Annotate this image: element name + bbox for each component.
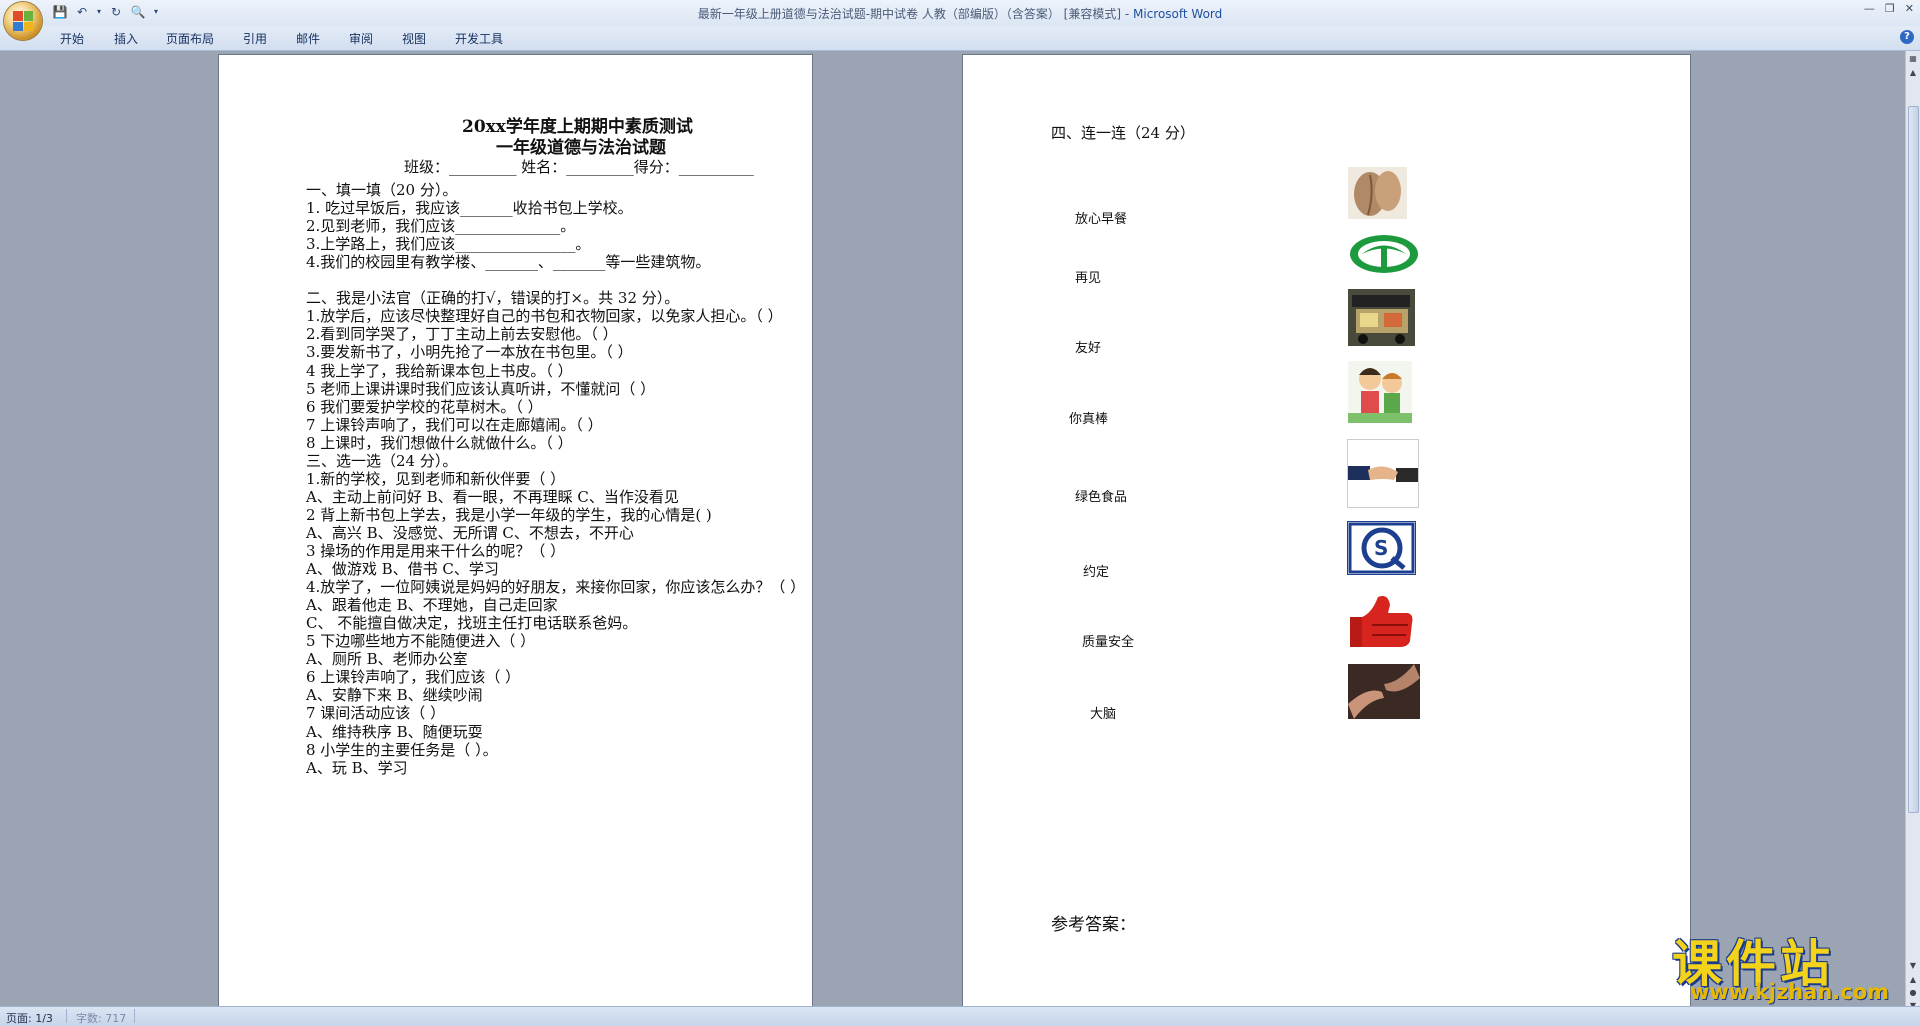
ribbon-tabs: 开始 插入 页面布局 引用 邮件 审阅 视图 开发工具 ? <box>0 26 1920 51</box>
window-title: 最新一年级上册道德与法治试题-期中试卷 人教（部编版）（含答案） [兼容模式] … <box>697 7 1223 21</box>
status-divider <box>134 1009 135 1023</box>
vertical-scrollbar[interactable]: ▦ ▲ ▼ ▲ ● ▼ <box>1905 51 1920 1010</box>
question-line: A、玩 B、学习 <box>306 758 408 777</box>
scroll-up-icon[interactable]: ▲ <box>1907 67 1919 79</box>
ruler-toggle-icon[interactable]: ▦ <box>1907 53 1919 65</box>
document-workspace[interactable]: 20xx学年度上期期中素质测试 一年级道德与法治试题 班级：_________ … <box>0 51 1906 1006</box>
thumbs-up-image <box>1348 593 1416 649</box>
student-info-line: 班级：_________ 姓名：_________得分：__________ <box>404 158 754 176</box>
status-bar: 页面: 1/3 字数: 717 <box>0 1006 1920 1026</box>
matching-heading: 四、连一连（24 分） <box>1051 124 1195 142</box>
close-icon[interactable]: ✕ <box>1905 2 1914 15</box>
word-count-status[interactable]: 字数: 717 <box>76 1010 126 1026</box>
title-bar: 💾 ↶ ▾ ↻ 🔍 ▾ 最新一年级上册道德与法治试题-期中试卷 人教（部编版）（… <box>0 0 1920 40</box>
match-label-6: 约定 <box>1083 565 1110 580</box>
match-label-2: 再见 <box>1075 271 1102 286</box>
tab-home[interactable]: 开始 <box>60 30 84 47</box>
match-label-5: 绿色食品 <box>1075 490 1128 505</box>
tab-references[interactable]: 引用 <box>243 30 267 47</box>
svg-text:S: S <box>1374 536 1388 560</box>
breakfast-cart-image <box>1348 289 1415 346</box>
restore-icon[interactable]: ❐ <box>1885 2 1895 15</box>
tab-review[interactable]: 审阅 <box>349 30 373 47</box>
office-button[interactable] <box>4 2 42 40</box>
minimize-icon[interactable]: — <box>1864 2 1875 15</box>
page-subtitle: 一年级道德与法治试题 <box>496 138 666 158</box>
window-controls: — ❐ ✕ <box>1864 2 1914 15</box>
qs-logo: S <box>1347 521 1416 575</box>
document-page-1[interactable]: 20xx学年度上期期中素质测试 一年级道德与法治试题 班级：_________ … <box>219 55 812 1006</box>
tab-view[interactable]: 视图 <box>402 30 426 47</box>
tab-page-layout[interactable]: 页面布局 <box>166 30 214 47</box>
handshake-image <box>1347 439 1419 508</box>
tab-insert[interactable]: 插入 <box>114 30 138 47</box>
office-logo-icon <box>13 11 33 31</box>
status-divider <box>66 1009 67 1023</box>
question-line: 4.我们的校园里有教学楼、_______、_______等一些建筑物。 <box>306 253 711 272</box>
help-icon[interactable]: ? <box>1900 30 1914 44</box>
previous-page-icon[interactable]: ▲ <box>1907 974 1919 986</box>
pinky-promise-image <box>1348 664 1420 719</box>
match-label-1: 放心早餐 <box>1075 212 1128 227</box>
match-label-3: 友好 <box>1075 341 1102 356</box>
match-label-4: 你真棒 <box>1069 412 1109 427</box>
tab-developer[interactable]: 开发工具 <box>455 30 503 47</box>
scrollbar-thumb[interactable] <box>1908 106 1919 813</box>
match-label-7: 质量安全 <box>1082 635 1135 650</box>
watermark-url: www.kjzhan.com <box>1690 980 1890 1004</box>
page-count-status[interactable]: 页面: 1/3 <box>6 1010 53 1026</box>
green-food-logo <box>1348 233 1420 275</box>
walnut-image <box>1348 167 1407 219</box>
select-browse-object-icon[interactable]: ● <box>1907 987 1919 999</box>
answer-heading: 参考答案： <box>1051 915 1136 935</box>
children-image <box>1348 361 1412 423</box>
scroll-down-icon[interactable]: ▼ <box>1907 960 1919 972</box>
tab-mailings[interactable]: 邮件 <box>296 30 320 47</box>
site-watermark: 课件站 www.kjzhan.com <box>1668 922 1908 1004</box>
match-label-8: 大脑 <box>1090 707 1117 722</box>
document-page-2[interactable]: 四、连一连（24 分） 放心早餐 再见 友好 你真棒 绿色食品 约定 质量安全 … <box>963 55 1690 1006</box>
